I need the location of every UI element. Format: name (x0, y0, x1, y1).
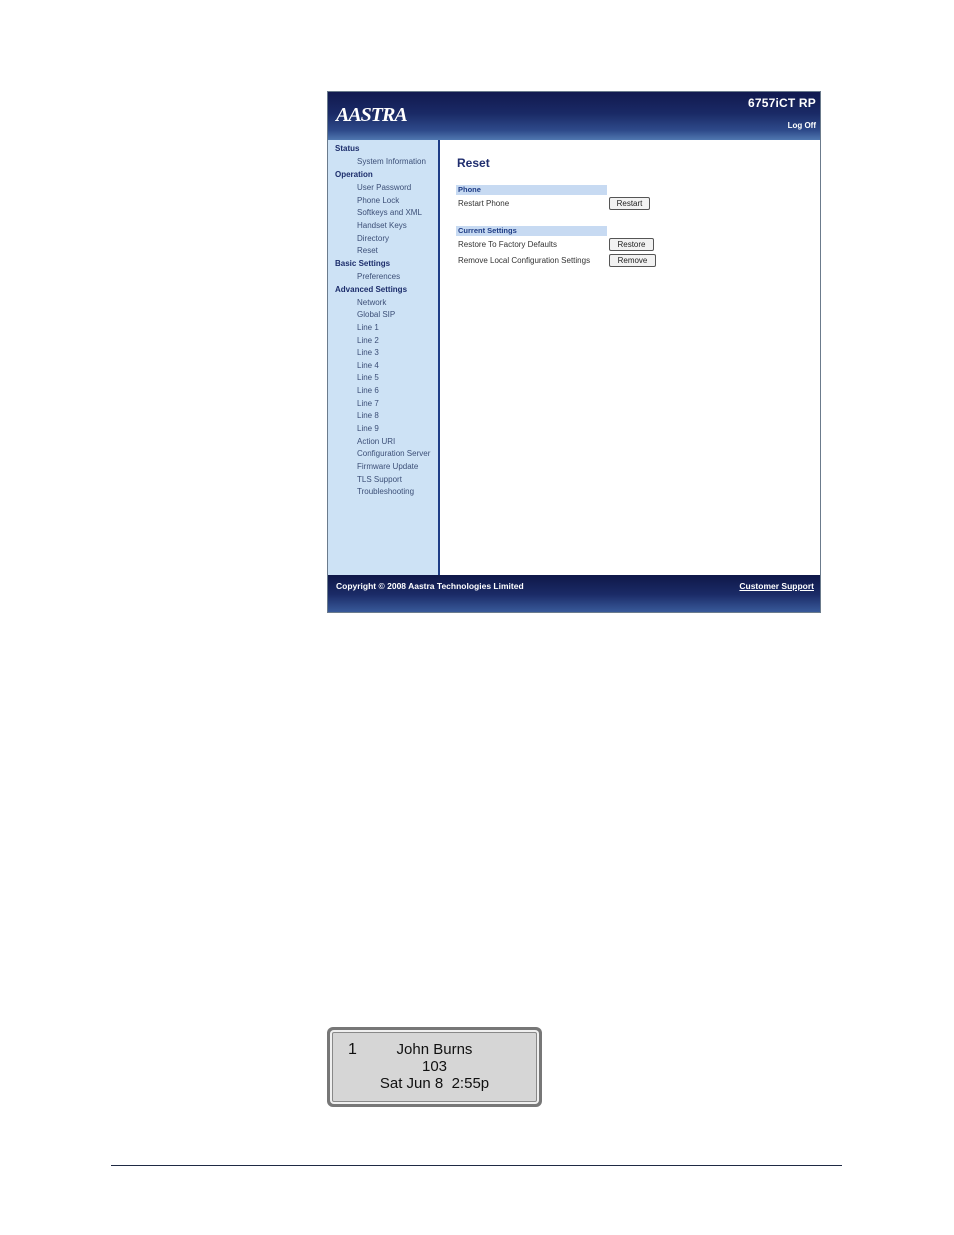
logoff-link[interactable]: Log Off (788, 121, 816, 130)
nav-item-line-7[interactable]: Line 7 (357, 399, 379, 408)
nav-heading-advanced-settings[interactable]: Advanced Settings (335, 285, 407, 294)
restore-button[interactable]: Restore (609, 238, 654, 251)
page-title: Reset (457, 156, 490, 170)
page-divider (111, 1165, 842, 1166)
remove-local-config-label: Remove Local Configuration Settings (458, 256, 591, 265)
nav-item-line-9[interactable]: Line 9 (357, 424, 379, 433)
date-time: Sat Jun 8 2:55p (379, 1075, 490, 1092)
footer-bar: Copyright © 2008 Aastra Technologies Lim… (328, 575, 820, 612)
web-ui-screenshot: AASTRA 6757iCT RP Log Off Status System … (327, 91, 821, 613)
nav-item-line-3[interactable]: Line 3 (357, 348, 379, 357)
nav-item-reset[interactable]: Reset (357, 246, 378, 255)
nav-item-softkeys-xml[interactable]: Softkeys and XML (357, 208, 422, 217)
nav-item-troubleshooting[interactable]: Troubleshooting (357, 487, 414, 496)
svg-text:AASTRA: AASTRA (334, 104, 407, 126)
nav-heading-operation[interactable]: Operation (335, 170, 373, 179)
nav-item-preferences[interactable]: Preferences (357, 272, 400, 281)
nav-item-line-5[interactable]: Line 5 (357, 373, 379, 382)
aastra-logo-icon: AASTRA (334, 104, 408, 126)
nav-item-line-1[interactable]: Line 1 (357, 323, 379, 332)
nav-item-user-password[interactable]: User Password (357, 183, 411, 192)
nav-heading-basic-settings[interactable]: Basic Settings (335, 259, 390, 268)
section-phone: Phone (456, 185, 607, 195)
restart-phone-label: Restart Phone (458, 199, 510, 208)
nav-item-network[interactable]: Network (357, 298, 386, 307)
phone-screen: 1 John Burns 103 Sat Jun 8 2:55p (330, 1030, 539, 1104)
sidebar: Status System Information Operation User… (328, 140, 440, 575)
model-name: 6757iCT RP (747, 96, 816, 110)
copyright-text: Copyright © 2008 Aastra Technologies Lim… (336, 581, 524, 591)
customer-support-link[interactable]: Customer Support (739, 581, 814, 591)
nav-item-directory[interactable]: Directory (357, 234, 389, 243)
nav-item-tls-support[interactable]: TLS Support (357, 475, 402, 484)
nav-heading-status[interactable]: Status (335, 144, 359, 153)
restart-button[interactable]: Restart (609, 197, 650, 210)
nav-item-line-8[interactable]: Line 8 (357, 411, 379, 420)
header-bar: AASTRA 6757iCT RP Log Off (328, 92, 820, 140)
main-content: Reset Phone Restart Phone Restart Curren… (440, 140, 820, 575)
nav-item-global-sip[interactable]: Global SIP (357, 310, 395, 319)
nav-item-firmware-update[interactable]: Firmware Update (357, 462, 418, 471)
remove-button[interactable]: Remove (609, 254, 656, 267)
caller-name: John Burns (396, 1041, 473, 1058)
nav-item-line-2[interactable]: Line 2 (357, 336, 379, 345)
section-current-settings: Current Settings (456, 226, 607, 236)
nav-item-action-uri[interactable]: Action URI (357, 437, 395, 446)
nav-item-configuration-server[interactable]: Configuration Server (357, 449, 430, 458)
phone-display: 1 John Burns 103 Sat Jun 8 2:55p (327, 1027, 542, 1107)
restore-defaults-label: Restore To Factory Defaults (458, 240, 558, 249)
nav-item-handset-keys[interactable]: Handset Keys (357, 221, 407, 230)
nav-item-system-information[interactable]: System Information (357, 157, 426, 166)
nav-item-line-6[interactable]: Line 6 (357, 386, 379, 395)
nav-item-phone-lock[interactable]: Phone Lock (357, 196, 399, 205)
nav-item-line-4[interactable]: Line 4 (357, 361, 379, 370)
caller-extension: 103 (421, 1058, 448, 1075)
